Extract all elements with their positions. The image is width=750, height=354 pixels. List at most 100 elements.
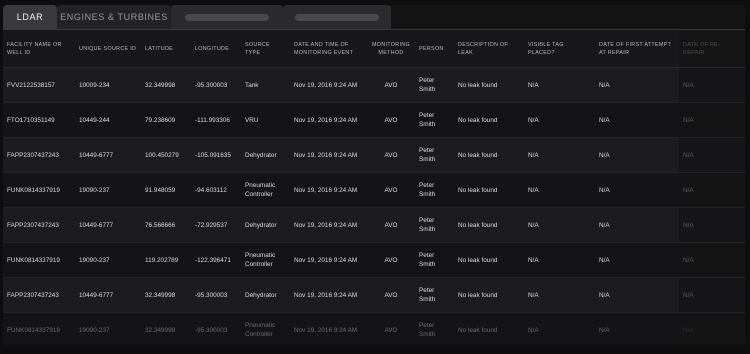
re-repair-cell: N/A: [679, 172, 745, 208]
leak-desc-cell: No leak found: [454, 137, 524, 173]
col-source-id-header[interactable]: UNIQUE SOURCE ID: [75, 30, 141, 68]
source-type-cell: Dehydrator: [241, 207, 290, 243]
re-repair-cell: N/A: [679, 277, 745, 313]
source-type-cell: Tank: [241, 67, 290, 103]
col-method-header[interactable]: MONITORING METHOD: [367, 30, 415, 68]
table-row[interactable]: FAPP2307437243 10449-6777 32.349998 -95.300…: [3, 277, 745, 313]
re-repair-cell: N/A: [679, 137, 745, 173]
table-row[interactable]: FAPP2307437243 10449-6777 100.450279 -105.0…: [3, 137, 745, 173]
leak-desc-cell: No leak found: [454, 172, 524, 208]
source-id-cell: 10449-244: [75, 102, 141, 138]
longitude-cell: -122.396471: [191, 242, 241, 278]
col-datetime-header[interactable]: DATE AND TIME OF MONITORING EVENT: [290, 30, 367, 68]
leak-desc-cell: No leak found: [454, 67, 524, 103]
leak-desc-cell: No leak found: [454, 207, 524, 243]
first-repair-cell: N/A: [595, 242, 679, 278]
source-type-cell: Dehydrator: [241, 277, 290, 313]
source-id-cell: 10449-6777: [75, 207, 141, 243]
facility-cell: FAPP2307437243: [3, 277, 75, 313]
col-latitude-header[interactable]: LATITUDE: [141, 30, 191, 68]
first-repair-cell: N/A: [595, 207, 679, 243]
datetime-cell: Nov 19, 2016 9:24 AM: [290, 277, 367, 313]
latitude-cell: 100.450279: [141, 137, 191, 173]
facility-cell: FAPP2307437243: [3, 137, 75, 173]
method-cell: AVO: [367, 102, 415, 138]
latitude-cell: 32.349998: [141, 277, 191, 313]
ldar-panel: LDAR ENGINES & TURBINES FACILITY NAME OR…: [3, 5, 745, 349]
first-repair-cell: N/A: [595, 67, 679, 103]
facility-cell: FAPP2307437243: [3, 207, 75, 243]
tag-cell: N/A: [524, 172, 595, 208]
source-type-cell: Dehydrator: [241, 137, 290, 173]
method-cell: AVO: [367, 242, 415, 278]
source-type-cell: Pneumatic Controller: [241, 172, 290, 208]
datetime-cell: Nov 19, 2016 9:24 AM: [290, 207, 367, 243]
datetime-cell: Nov 19, 2016 9:24 AM: [290, 102, 367, 138]
person-cell: Peter Smith: [415, 277, 454, 313]
source-type-cell: Pneumatic Controller: [241, 242, 290, 278]
method-cell: AVO: [367, 277, 415, 313]
table-row[interactable]: FAPP2307437243 10449-6777 76.566666 -72.929…: [3, 207, 745, 243]
col-person-header[interactable]: PERSON: [415, 30, 454, 68]
longitude-cell: -111.993306: [191, 102, 241, 138]
longitude-cell: -94.603112: [191, 172, 241, 208]
re-repair-cell: N/A: [679, 242, 745, 278]
person-cell: Peter Smith: [415, 172, 454, 208]
person-cell: Peter Smith: [415, 207, 454, 243]
source-id-cell: 19090-237: [75, 242, 141, 278]
facility-cell: FUNK0814337919: [3, 172, 75, 208]
tag-cell: N/A: [524, 67, 595, 103]
col-leak-desc-header[interactable]: DESCRIPTION OF LEAK: [454, 30, 524, 68]
bottom-edge: [3, 343, 745, 349]
tab-ldar[interactable]: LDAR: [3, 5, 57, 29]
source-id-cell: 19090-237: [75, 172, 141, 208]
col-re-repair-header[interactable]: DATE OF RE-REPAIR: [679, 30, 745, 68]
facility-cell: FVV2122538157: [3, 67, 75, 103]
facility-cell: FUNK0814337919: [3, 242, 75, 278]
longitude-cell: -105.091635: [191, 137, 241, 173]
latitude-cell: 119.202789: [141, 242, 191, 278]
header-row: FACILITY NAME OR WELL ID UNIQUE SOURCE I…: [3, 30, 745, 68]
tab-label-placeholder: [295, 13, 379, 21]
col-source-type-header[interactable]: SOURCE TYPE: [241, 30, 290, 68]
re-repair-cell: N/A: [679, 102, 745, 138]
tab-placeholder-4[interactable]: [283, 5, 391, 29]
tag-cell: N/A: [524, 137, 595, 173]
re-repair-cell: N/A: [679, 67, 745, 103]
table-row[interactable]: FUNK0814337919 19090-237 119.202789 -122.39…: [3, 242, 745, 278]
tab-label-placeholder: [185, 13, 269, 21]
person-cell: Peter Smith: [415, 102, 454, 138]
leak-desc-cell: No leak found: [454, 102, 524, 138]
tab-placeholder-3[interactable]: [171, 5, 283, 29]
tag-cell: N/A: [524, 207, 595, 243]
col-first-repair-header[interactable]: DATE OF FIRST ATTEMPT AT REPAIR: [595, 30, 679, 68]
latitude-cell: 79.238609: [141, 102, 191, 138]
person-cell: Peter Smith: [415, 137, 454, 173]
col-facility-header[interactable]: FACILITY NAME OR WELL ID: [3, 30, 75, 68]
first-repair-cell: N/A: [595, 102, 679, 138]
longitude-cell: -72.929537: [191, 207, 241, 243]
table-row[interactable]: FVV2122538157 10009-234 32.349998 -95.30000…: [3, 67, 745, 103]
leak-desc-cell: No leak found: [454, 242, 524, 278]
tag-cell: N/A: [524, 102, 595, 138]
longitude-cell: -95.300003: [191, 67, 241, 103]
method-cell: AVO: [367, 137, 415, 173]
first-repair-cell: N/A: [595, 137, 679, 173]
method-cell: AVO: [367, 67, 415, 103]
method-cell: AVO: [367, 207, 415, 243]
person-cell: Peter Smith: [415, 67, 454, 103]
col-longitude-header[interactable]: LONGITUDE: [191, 30, 241, 68]
tab-bar: LDAR ENGINES & TURBINES: [3, 5, 745, 29]
table-row[interactable]: FUNK0814337919 19090-237 91.948059 -94.6031…: [3, 172, 745, 208]
tab-engines-turbines[interactable]: ENGINES & TURBINES: [57, 5, 171, 29]
datetime-cell: Nov 19, 2016 9:24 AM: [290, 67, 367, 103]
tag-cell: N/A: [524, 242, 595, 278]
latitude-cell: 76.566666: [141, 207, 191, 243]
person-cell: Peter Smith: [415, 242, 454, 278]
datetime-cell: Nov 19, 2016 9:24 AM: [290, 242, 367, 278]
latitude-cell: 32.349998: [141, 67, 191, 103]
first-repair-cell: N/A: [595, 277, 679, 313]
datetime-cell: Nov 19, 2016 9:24 AM: [290, 172, 367, 208]
table-row[interactable]: FTO1710351149 10449-244 79.238609 -111.9933…: [3, 102, 745, 138]
col-tag-header[interactable]: VISIBLE TAG PLACED?: [524, 30, 595, 68]
